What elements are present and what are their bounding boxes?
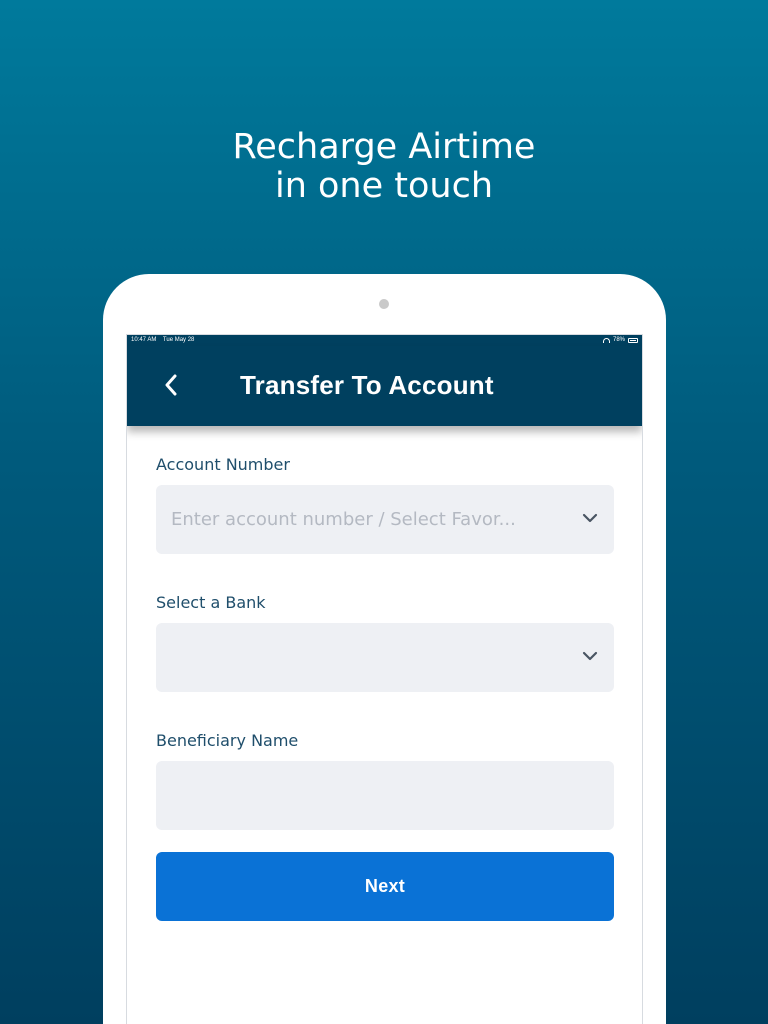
bank-label: Select a Bank bbox=[156, 593, 266, 612]
battery-percent: 78% bbox=[612, 337, 625, 343]
next-button[interactable]: Next bbox=[156, 852, 614, 921]
back-button[interactable] bbox=[157, 371, 185, 399]
account-number-select[interactable] bbox=[156, 485, 614, 554]
promo-line-2: in one touch bbox=[274, 166, 494, 206]
transfer-form: Account Number Select a Bank Beneficiary… bbox=[156, 455, 614, 830]
page-title: Transfer To Account bbox=[240, 370, 494, 400]
status-bar: 10:47 AM Tue May 28 78% bbox=[127, 335, 642, 346]
beneficiary-name-field[interactable] bbox=[156, 761, 614, 830]
account-number-label: Account Number bbox=[156, 455, 290, 474]
chevron-down-icon[interactable] bbox=[582, 650, 598, 662]
chevron-down-icon[interactable] bbox=[582, 512, 598, 524]
camera-dot bbox=[379, 299, 389, 309]
status-date: Tue May 28 bbox=[162, 337, 195, 343]
bank-select[interactable] bbox=[156, 623, 614, 692]
account-number-input[interactable] bbox=[171, 509, 551, 530]
beneficiary-name-label: Beneficiary Name bbox=[156, 731, 299, 750]
tablet-frame: 10:47 AM Tue May 28 78% Transfer To Acco… bbox=[103, 274, 666, 1024]
status-time: 10:47 AM bbox=[131, 337, 157, 343]
app-screen: 10:47 AM Tue May 28 78% Transfer To Acco… bbox=[126, 334, 643, 1024]
beneficiary-name-input[interactable] bbox=[171, 785, 551, 806]
promo-headline: Recharge Airtime in one touch bbox=[0, 128, 768, 206]
wifi-icon bbox=[602, 338, 610, 343]
battery-icon bbox=[628, 338, 638, 343]
app-header: Transfer To Account bbox=[127, 346, 642, 426]
chevron-left-icon bbox=[165, 374, 177, 396]
promo-line-1: Recharge Airtime bbox=[232, 127, 536, 167]
